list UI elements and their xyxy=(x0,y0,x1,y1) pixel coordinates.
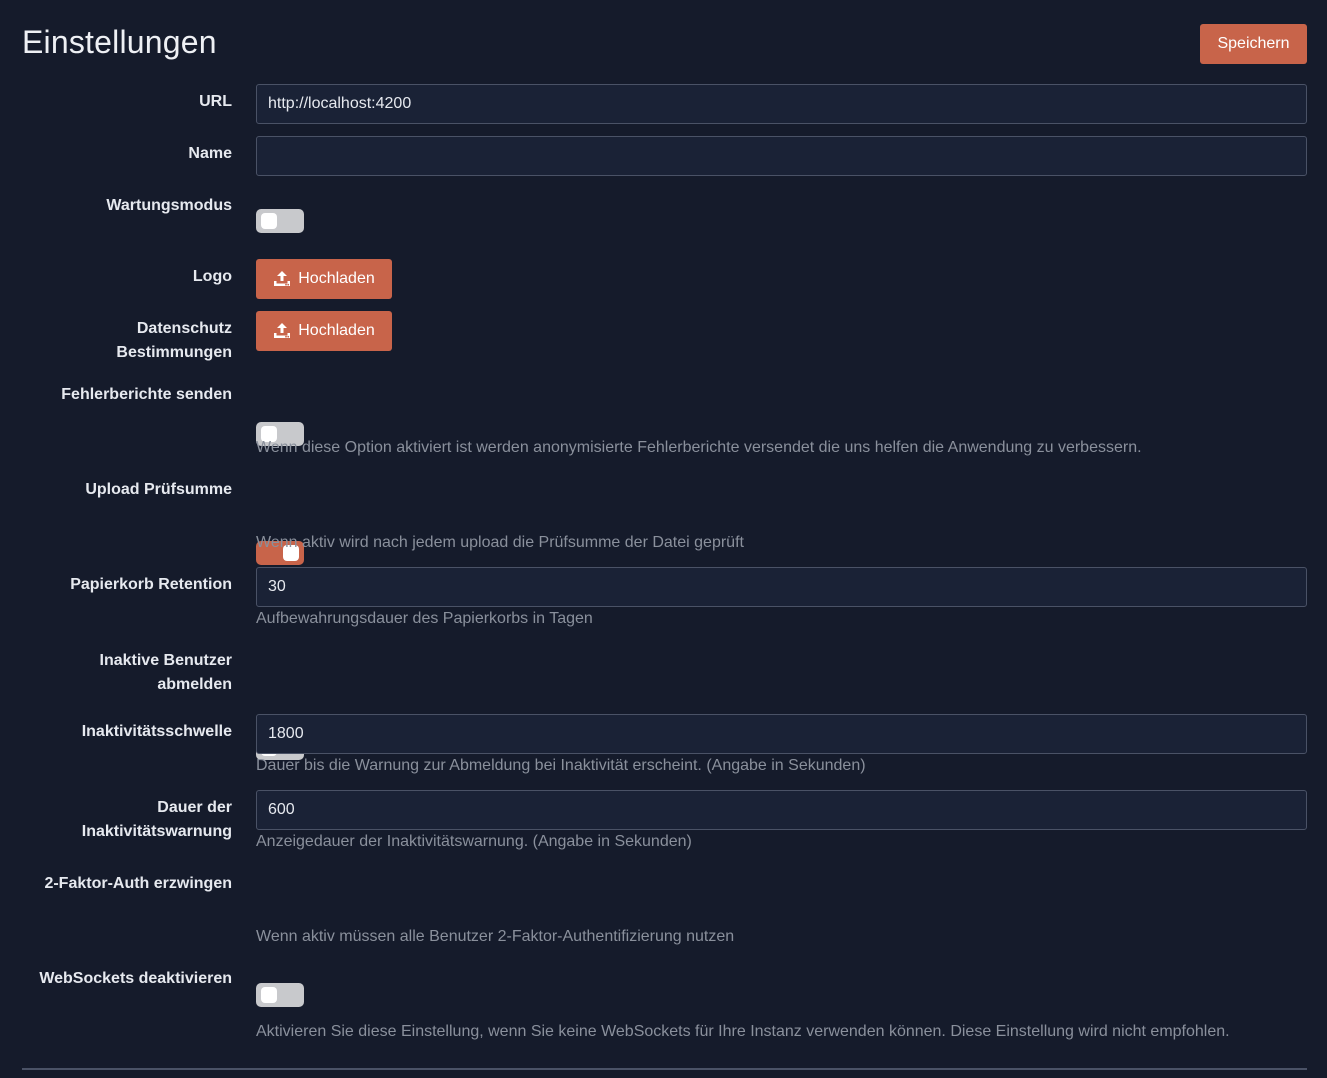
toggle-knob xyxy=(261,987,277,1003)
disable-websockets-help: Aktivieren Sie diese Einstellung, wenn S… xyxy=(256,1023,1230,1040)
force-2fa-help: Wenn aktiv müssen alle Benutzer 2-Faktor… xyxy=(256,928,735,945)
name-label: Name xyxy=(188,145,232,162)
privacy-upload-label: Hochladen xyxy=(298,322,375,339)
privacy-label: Datenschutz Bestimmungen xyxy=(2,317,232,365)
inactivity-threshold-input[interactable] xyxy=(256,714,1307,754)
trash-retention-label: Papierkorb Retention xyxy=(70,576,232,593)
url-label: URL xyxy=(199,93,232,110)
privacy-label-line1: Datenschutz xyxy=(136,320,232,337)
force-2fa-toggle[interactable] xyxy=(256,983,304,1007)
inactivity-threshold-label: Inaktivitätsschwelle xyxy=(81,723,232,740)
maintenance-toggle[interactable] xyxy=(256,209,304,233)
logout-inactive-label: Inaktive Benutzer abmelden xyxy=(2,649,232,697)
trash-retention-input[interactable] xyxy=(256,567,1307,607)
toggle-knob xyxy=(261,213,277,229)
maintenance-label: Wartungsmodus xyxy=(106,197,232,214)
page-title: Einstellungen xyxy=(22,24,217,60)
divider xyxy=(22,1068,1307,1070)
name-input[interactable] xyxy=(256,136,1307,176)
inactivity-warning-label: Dauer der Inaktivitätswarnung xyxy=(2,796,232,844)
upload-icon xyxy=(274,323,291,338)
inactivity-warning-help: Anzeigedauer der Inaktivitätswarnung. (A… xyxy=(256,833,692,850)
error-reports-help: Wenn diese Option aktiviert ist werden a… xyxy=(256,439,1142,456)
logo-upload-label: Hochladen xyxy=(298,270,375,287)
logo-label: Logo xyxy=(192,268,232,285)
inactivity-warning-label-line1: Dauer der xyxy=(157,799,232,816)
upload-icon xyxy=(274,271,291,286)
force-2fa-label: 2-Faktor-Auth erzwingen xyxy=(44,875,232,892)
logout-inactive-label-line1: Inaktive Benutzer xyxy=(99,652,232,669)
privacy-label-line2: Bestimmungen xyxy=(116,344,232,361)
upload-checksum-label: Upload Prüfsumme xyxy=(85,481,232,498)
logout-inactive-label-line2: abmelden xyxy=(157,676,232,693)
url-input[interactable] xyxy=(256,84,1307,124)
inactivity-threshold-help: Dauer bis die Warnung zur Abmeldung bei … xyxy=(256,757,866,774)
upload-checksum-help: Wenn aktiv wird nach jedem upload die Pr… xyxy=(256,534,744,551)
trash-retention-help: Aufbewahrungsdauer des Papierkorbs in Ta… xyxy=(256,610,593,627)
disable-websockets-label: WebSockets deaktivieren xyxy=(39,970,232,987)
error-reports-label: Fehlerberichte senden xyxy=(61,386,232,403)
privacy-upload-button[interactable]: Hochladen xyxy=(256,311,392,351)
logo-upload-button[interactable]: Hochladen xyxy=(256,259,392,299)
inactivity-warning-input[interactable] xyxy=(256,790,1307,830)
save-button[interactable]: Speichern xyxy=(1200,24,1307,64)
inactivity-warning-label-line2: Inaktivitätswarnung xyxy=(81,823,232,840)
